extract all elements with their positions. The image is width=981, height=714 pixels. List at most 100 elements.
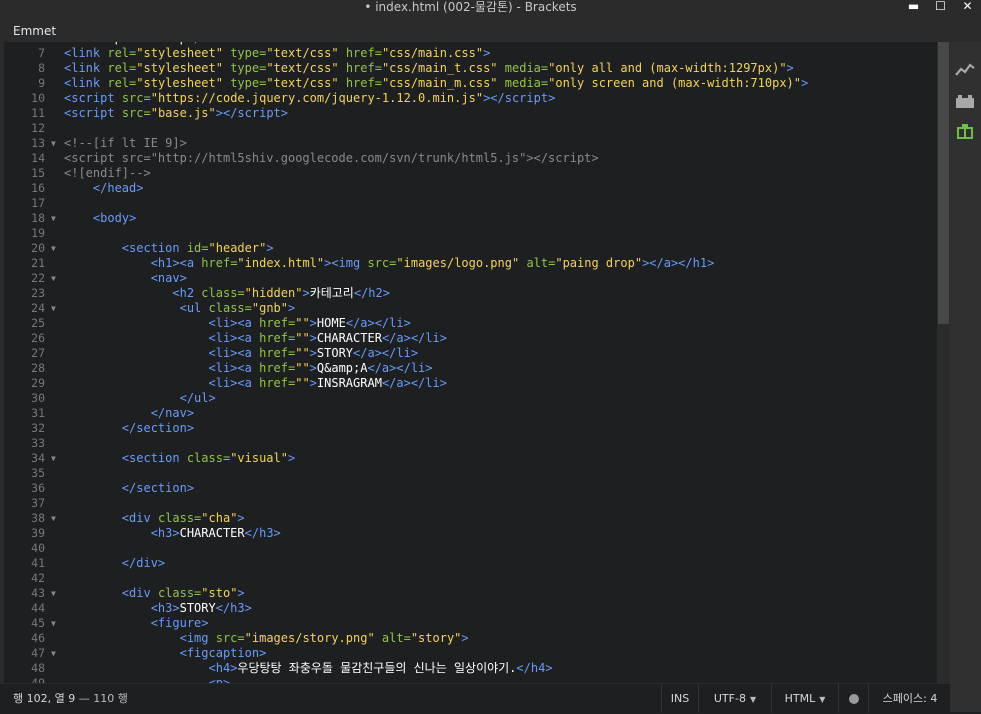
line-number: 20 xyxy=(31,241,45,255)
code-line[interactable]: 37 xyxy=(0,496,937,511)
code-line[interactable]: 46 <img src="images/story.png" alt="stor… xyxy=(0,631,937,646)
line-code: <li><a href="">INSRAGRAM</a></li> xyxy=(208,376,447,390)
chevron-down-icon: ▼ xyxy=(819,695,826,704)
line-code: <nav> xyxy=(150,271,187,285)
line-code: <img src="images/story.png" alt="story"> xyxy=(179,631,469,645)
line-number: 41 xyxy=(31,556,45,570)
code-editor[interactable]: 6<title>paint drop</title>7<link rel="st… xyxy=(0,42,950,683)
code-line[interactable]: 19 xyxy=(0,226,937,241)
extension-manager-icon[interactable] xyxy=(955,93,975,109)
line-number: 49 xyxy=(31,676,45,683)
encoding-select[interactable]: UTF-8 ▼ xyxy=(698,684,771,713)
code-line[interactable]: 27 <li><a href="">STORY</a></li> xyxy=(0,346,937,361)
line-code: <link rel="stylesheet" type="text/css" h… xyxy=(64,61,794,75)
code-line[interactable]: 12 xyxy=(0,121,937,136)
code-line[interactable]: 49 <p> xyxy=(0,676,937,683)
indent-setting[interactable]: 스페이스: 4 xyxy=(868,684,951,713)
fold-toggle-icon[interactable]: ▼ xyxy=(51,136,56,151)
line-number: 28 xyxy=(31,361,45,375)
line-number: 16 xyxy=(31,181,45,195)
code-line[interactable]: 26 <li><a href="">CHARACTER</a></li> xyxy=(0,331,937,346)
code-line[interactable]: 8 <link rel="stylesheet" type="text/css" … xyxy=(0,61,937,76)
fold-toggle-icon[interactable]: ▼ xyxy=(51,616,56,631)
line-code: <h2 class="hidden">카테고리</h2> xyxy=(172,286,390,300)
vertical-scrollbar[interactable] xyxy=(937,42,950,683)
code-line[interactable]: 42 xyxy=(0,571,937,586)
code-line[interactable]: 13 ▼ <!--[if lt IE 9]> xyxy=(0,136,937,151)
code-line[interactable]: 41 </div> xyxy=(0,556,937,571)
live-preview-icon[interactable] xyxy=(955,62,975,78)
line-number: 38 xyxy=(31,511,45,525)
fold-toggle-icon[interactable]: ▼ xyxy=(51,511,56,526)
fold-toggle-icon[interactable]: ▼ xyxy=(51,301,56,316)
code-line[interactable]: 33 xyxy=(0,436,937,451)
language-select[interactable]: HTML ▼ xyxy=(771,684,838,713)
fold-toggle-icon[interactable]: ▼ xyxy=(51,211,56,226)
code-line[interactable]: 45 ▼ <figure> xyxy=(0,616,937,631)
line-number: 48 xyxy=(31,661,45,675)
code-line[interactable]: 20 ▼ <section id="header"> xyxy=(0,241,937,256)
code-line[interactable]: 16 </head> xyxy=(0,181,937,196)
fold-toggle-icon[interactable]: ▼ xyxy=(51,271,56,286)
code-line[interactable]: 11 <script src="base.js"></script> xyxy=(0,106,937,121)
fold-toggle-icon[interactable]: ▼ xyxy=(51,586,56,601)
code-line[interactable]: 48 <h4>우당탕탕 좌충우돌 물감친구들의 신나는 일상이야기.</h4> xyxy=(0,661,937,676)
code-line[interactable]: 15 <![endif]--> xyxy=(0,166,937,181)
code-line[interactable]: 39 <h3>CHARACTER</h3> xyxy=(0,526,937,541)
code-line[interactable]: 34 ▼ <section class="visual"> xyxy=(0,451,937,466)
linter-status-icon[interactable] xyxy=(838,684,868,713)
close-button[interactable]: ✕ xyxy=(954,0,981,14)
code-line[interactable]: 44 <h3>STORY</h3> xyxy=(0,601,937,616)
code-line[interactable]: 28 <li><a href="">Q&amp;A</a></li> xyxy=(0,361,937,376)
line-number: 47 xyxy=(31,646,45,660)
code-line[interactable]: 24 ▼ <ul class="gnb"> xyxy=(0,301,937,316)
code-line[interactable]: 32 </section> xyxy=(0,421,937,436)
line-number: 42 xyxy=(31,571,45,585)
code-line[interactable]: 29 <li><a href="">INSRAGRAM</a></li> xyxy=(0,376,937,391)
code-line[interactable]: 18 ▼ <body> xyxy=(0,211,937,226)
insert-mode-toggle[interactable]: INS xyxy=(661,684,698,713)
fold-toggle-icon[interactable]: ▼ xyxy=(51,451,56,466)
code-line[interactable]: 43 ▼ <div class="sto"> xyxy=(0,586,937,601)
line-code: <div class="sto"> xyxy=(121,586,245,600)
code-line[interactable]: 25 <li><a href="">HOME</a></li> xyxy=(0,316,937,331)
minimize-button[interactable]: ▬ xyxy=(900,0,927,14)
code-line[interactable]: 9 <link rel="stylesheet" type="text/css" … xyxy=(0,76,937,91)
line-number: 19 xyxy=(31,226,45,240)
code-lines[interactable]: 6<title>paint drop</title>7<link rel="st… xyxy=(0,42,937,683)
code-line[interactable]: 14 <script src="http://html5shiv.googleco… xyxy=(0,151,937,166)
code-line[interactable]: 36 </section> xyxy=(0,481,937,496)
menu-bar: Emmet xyxy=(0,18,981,42)
menu-emmet[interactable]: Emmet xyxy=(13,24,56,38)
maximize-button[interactable]: ☐ xyxy=(927,0,954,14)
line-number: 37 xyxy=(31,496,45,510)
line-number: 39 xyxy=(31,526,45,540)
code-line[interactable]: 38 ▼ <div class="cha"> xyxy=(0,511,937,526)
line-number: 18 xyxy=(31,211,45,225)
code-line[interactable]: 10 <script src="https://code.jquery.com/j… xyxy=(0,91,937,106)
fold-toggle-icon[interactable]: ▼ xyxy=(51,646,56,661)
line-number: 31 xyxy=(31,406,45,420)
line-number: 12 xyxy=(31,121,45,135)
line-number: 24 xyxy=(31,301,45,315)
window-title: • index.html (002-물감톤) - Brackets xyxy=(364,0,577,14)
code-line[interactable]: 35 xyxy=(0,466,937,481)
line-code: </ul> xyxy=(179,391,216,405)
code-line[interactable]: 17 xyxy=(0,196,937,211)
code-line[interactable]: 23 <h2 class="hidden">카테고리</h2> xyxy=(0,286,937,301)
fold-toggle-icon[interactable]: ▼ xyxy=(51,241,56,256)
line-number: 36 xyxy=(31,481,45,495)
code-line[interactable]: 7 <link rel="stylesheet" type="text/css" … xyxy=(0,46,937,61)
code-line[interactable]: 40 xyxy=(0,541,937,556)
code-line[interactable]: 31 </nav> xyxy=(0,406,937,421)
code-line[interactable]: 21 <h1><a href="index.html"><img src="im… xyxy=(0,256,937,271)
code-line[interactable]: 22 ▼ <nav> xyxy=(0,271,937,286)
cursor-position: 행 102, 열 9 — 110 행 xyxy=(13,692,128,706)
scrollbar-thumb[interactable] xyxy=(938,42,949,324)
line-number: 44 xyxy=(31,601,45,615)
code-line[interactable]: 30 </ul> xyxy=(0,391,937,406)
line-code: <section class="visual"> xyxy=(121,451,296,465)
code-line[interactable]: 47 ▼ <figcaption> xyxy=(0,646,937,661)
extension-icon[interactable] xyxy=(955,123,975,139)
window-controls: ▬ ☐ ✕ xyxy=(900,0,981,18)
